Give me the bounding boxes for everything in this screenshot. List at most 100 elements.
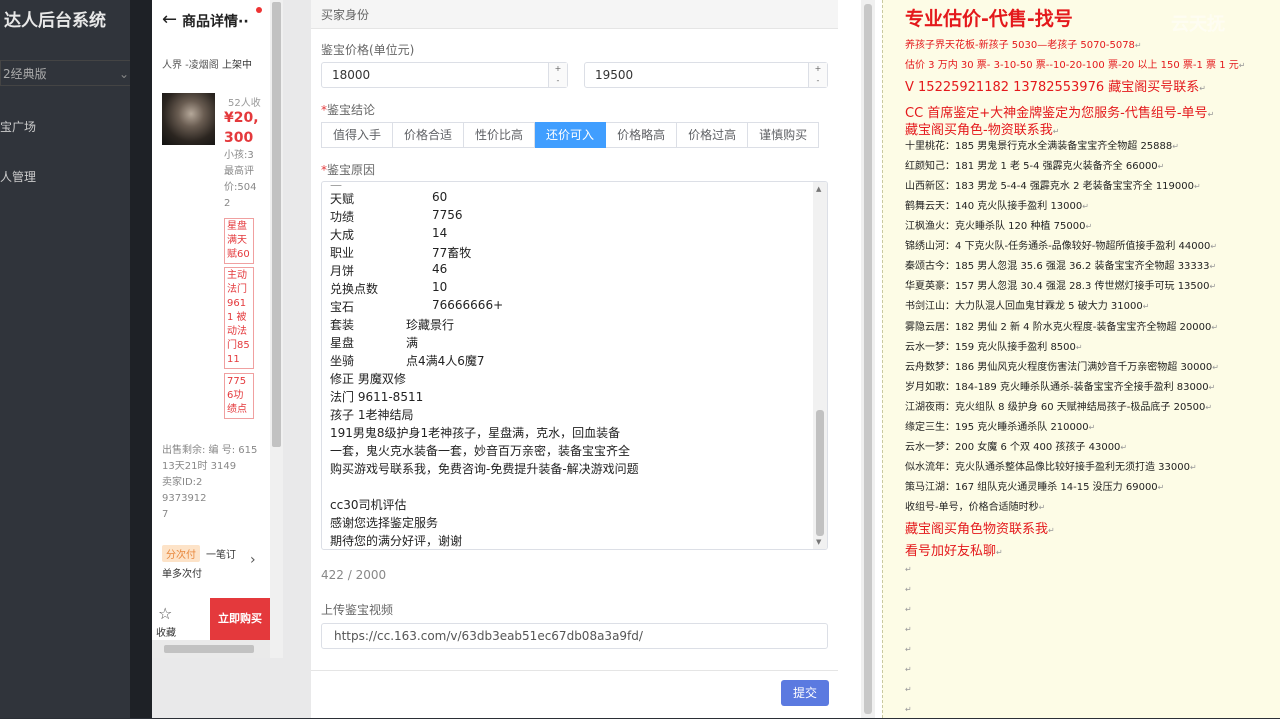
reason-row-key: 星盘 [330, 336, 355, 350]
back-arrow-icon[interactable]: ← [162, 9, 177, 30]
gap [283, 0, 311, 718]
tag-merit: 775 6功 绩点 [224, 373, 254, 419]
note-line: 华夏英豪：157 男人忽混 30.4 强混 28.3 传世燃灯接手可玩 1350… [905, 281, 1217, 292]
reason-row-value: 珍藏景行 [406, 318, 455, 332]
reason-row-key: 套装 [330, 318, 355, 332]
note-line: 看号加好友私聊↵ [905, 544, 1003, 559]
price-max-stepper[interactable]: + - [808, 63, 827, 87]
character-avatar [162, 93, 215, 145]
note-line: 云水一梦：200 女魔 6 个双 400 孩孩子 43000↵ [905, 442, 1128, 453]
buy-now-button[interactable]: 立即购买 [210, 598, 270, 640]
video-label: 上传鉴宝视频 [321, 603, 394, 617]
reason-row-key: 职业 [330, 246, 355, 260]
return-mark-icon: ↵ [905, 645, 912, 654]
video-url-input[interactable]: https://cc.163.com/v/63db3eab51ec67db08a… [321, 623, 828, 649]
note-line: 江湖夜雨：克火组队 8 级护身 60 天赋神结局孩子-极品底子 20500↵ [905, 402, 1213, 413]
product-category: 人界 -凌烟阁 上架中 [162, 60, 252, 71]
note-line: 山西新区：183 男龙 5-4-4 强霹克水 2 老装备宝宝齐全 119000↵ [905, 181, 1201, 192]
return-mark-icon: ↵ [1038, 503, 1046, 512]
note-line: 秦颂古今：185 男人忽混 35.6 强混 36.2 装备宝宝齐全物超 3333… [905, 261, 1217, 272]
scroll-up-icon[interactable]: ▲ [816, 185, 821, 193]
return-mark-icon: ↵ [905, 685, 912, 694]
return-mark-icon: ↵ [905, 605, 912, 614]
empty-line: ↵ [905, 624, 912, 635]
reason-row-value: 76666666+ [432, 298, 504, 312]
bottom-actions: ☆ 收藏 立即购买 [152, 598, 270, 640]
price-max-input[interactable]: 19500 + - [584, 62, 828, 88]
version-select[interactable]: 2经典版 ⌄ [0, 60, 134, 86]
return-mark-icon: ↵ [1207, 110, 1215, 119]
reason-scrollbar[interactable]: ▲ ▼ [813, 182, 827, 549]
return-mark-icon: ↵ [1157, 162, 1165, 171]
return-mark-icon: ↵ [1205, 403, 1213, 412]
note-line: 锦绣山河：4 下克火队-任务通杀-品像较好-物超所值接手盈利 44000↵ [905, 241, 1218, 252]
return-mark-icon: ↵ [1142, 302, 1150, 311]
form-scrollbar[interactable] [861, 0, 875, 718]
conclusion-label: *鉴宝结论 [321, 103, 376, 117]
form-scrollbar-thumb[interactable] [864, 4, 872, 714]
empty-line: ↵ [905, 704, 912, 715]
return-mark-icon: ↵ [1052, 127, 1060, 136]
return-mark-icon: ↵ [1209, 282, 1217, 291]
menu-item-management[interactable]: 人管理 [0, 168, 36, 185]
char-counter: 422 / 2000 [321, 568, 387, 582]
notes-document: 专业估价-代售-找号 养孩子界天花板-新孩子 5030—老孩子 5070-507… [882, 0, 1280, 718]
note-line: 岁月如歌：184-189 克火睡杀队通杀-装备宝宝齐全接手盈利 83000↵ [905, 382, 1216, 393]
installment-text: 一笔订 [206, 550, 236, 561]
note-line: 十里桃花：185 男鬼景行克水全满装备宝宝齐全物超 25888↵ [905, 141, 1179, 152]
notification-dot [256, 7, 262, 13]
return-mark-icon: ↵ [1134, 41, 1142, 50]
return-mark-icon: ↵ [905, 665, 912, 674]
reason-line: 孩子 1老神结局 [330, 408, 414, 422]
return-mark-icon: ↵ [1157, 483, 1165, 492]
note-line: 估价 3 万内 30 票- 3-10-50 票--10-20-100 票-20 … [905, 60, 1246, 71]
note-line: 藏宝阁买角色-物资联系我↵ [905, 123, 1060, 138]
reason-row-key: 天赋 [330, 192, 355, 206]
scroll-down-icon[interactable]: ▼ [816, 538, 821, 546]
price-label: 鉴宝价格(单位元) [321, 43, 415, 57]
return-mark-icon: ↵ [1210, 242, 1218, 251]
preview-scrollbar-thumb[interactable] [272, 2, 281, 447]
conclusion-option-6[interactable]: 谨慎购买 [748, 122, 820, 148]
version-select-value: 2经典版 [3, 67, 47, 81]
tag-skills: 主动 法门 961 1 被动法 门85 11 [224, 267, 254, 369]
conclusion-option-0[interactable]: 值得入手 [321, 122, 394, 148]
menu-item-plaza[interactable]: 宝广场 [0, 118, 36, 135]
admin-sidebar: 达人后台系统 2经典版 ⌄ 宝广场 人管理 [0, 0, 140, 718]
note-line: 收组号-单号，价格合适随时秒↵ [905, 502, 1046, 513]
conclusion-option-3[interactable]: 还价可入 [535, 122, 607, 148]
overlay-strip [130, 0, 152, 718]
chevron-down-icon: ⌄ [118, 67, 129, 81]
price-min-stepper[interactable]: + - [548, 63, 567, 87]
product-info: 小孩:3 最高评 价:504 2 [224, 150, 257, 209]
submit-button[interactable]: 提交 [781, 680, 829, 706]
preview-hscrollbar[interactable] [152, 640, 270, 658]
star-icon[interactable]: ☆ [158, 604, 172, 623]
reason-scrollbar-thumb[interactable] [816, 410, 824, 536]
preview-scrollbar[interactable] [270, 0, 283, 658]
return-mark-icon: ↵ [905, 585, 912, 594]
return-mark-icon: ↵ [1088, 423, 1096, 432]
conclusion-option-4[interactable]: 价格略高 [606, 122, 678, 148]
preview-hscrollbar-thumb[interactable] [164, 645, 254, 653]
conclusion-option-1[interactable]: 价格合适 [393, 122, 465, 148]
conclusion-option-5[interactable]: 价格过高 [677, 122, 749, 148]
return-mark-icon: ↵ [996, 548, 1003, 557]
chevron-right-icon[interactable]: › [250, 552, 256, 568]
preview-title: 商品详情·· [182, 14, 249, 30]
return-mark-icon: ↵ [1120, 443, 1128, 452]
note-line: 养孩子界天花板-新孩子 5030—老孩子 5070-5078↵ [905, 40, 1142, 51]
conclusion-option-2[interactable]: 性价比高 [464, 122, 536, 148]
reason-row-key: 兑换点数 [330, 282, 379, 296]
note-line: 策马江湖：167 组队克火通灵睡杀 14-15 没压力 69000↵ [905, 482, 1165, 493]
note-line: 雾隐云居：182 男仙 2 新 4 阶水克火程度-装备宝宝齐全物超 20000↵ [905, 322, 1219, 333]
favorite-label[interactable]: 收藏 [156, 624, 176, 639]
reason-textarea[interactable]: — 天赋 60 功绩 7756 大成 14 职业 77畜牧 月饼 46 兑换点数 10 宝石 766666… [321, 181, 828, 550]
edge [875, 0, 882, 718]
price-min-input[interactable]: 18000 + - [321, 62, 568, 88]
empty-line: ↵ [905, 684, 912, 695]
watermark-logo: 云天抚 [1171, 14, 1225, 35]
reason-row-key: 大成 [330, 228, 355, 242]
reason-line: 一套，鬼火克水装备一套，妙音百万亲密，装备宝宝齐全 [330, 444, 631, 458]
note-line: 似水流年：克火队通杀整体品像比较好接手盈利无须打造 33000↵ [905, 462, 1197, 473]
